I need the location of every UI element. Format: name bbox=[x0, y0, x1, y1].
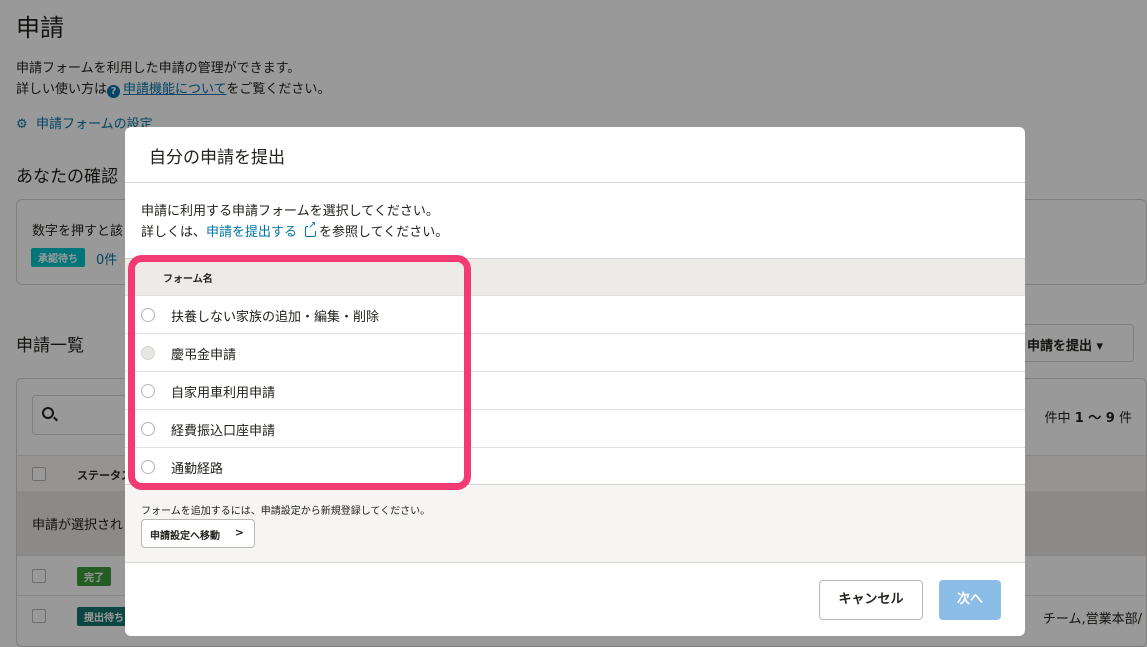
add-form-hint-box: フォームを追加するには、申請設定から新規登録してください。 申請設定へ移動 > bbox=[125, 484, 1025, 563]
help-link-submit[interactable]: 申請を提出する bbox=[206, 225, 297, 240]
divider bbox=[125, 182, 1025, 183]
add-form-note: フォームを追加するには、申請設定から新規登録してください。 bbox=[141, 506, 431, 517]
dialog-intro: 申請に利用する申請フォームを選択してください。 詳しくは、申請を提出する を参照し… bbox=[141, 201, 448, 243]
highlight-annotation bbox=[128, 255, 471, 490]
dialog-title: 自分の申請を提出 bbox=[149, 148, 285, 168]
next-button[interactable]: 次へ bbox=[939, 580, 1001, 620]
intro-prefix: 詳しくは、 bbox=[141, 225, 207, 240]
intro-line-2: 詳しくは、申請を提出する を参照してください。 bbox=[141, 221, 449, 243]
external-link-icon bbox=[305, 221, 317, 237]
go-to-settings-button[interactable]: 申請設定へ移動 > bbox=[141, 519, 255, 548]
go-to-settings-label: 申請設定へ移動 bbox=[150, 531, 220, 542]
intro-suffix: を参照してください。 bbox=[319, 225, 449, 240]
cancel-button[interactable]: キャンセル bbox=[819, 580, 923, 620]
intro-line-1: 申請に利用する申請フォームを選択してください。 bbox=[141, 204, 439, 219]
chevron-right-icon: > bbox=[234, 526, 244, 539]
